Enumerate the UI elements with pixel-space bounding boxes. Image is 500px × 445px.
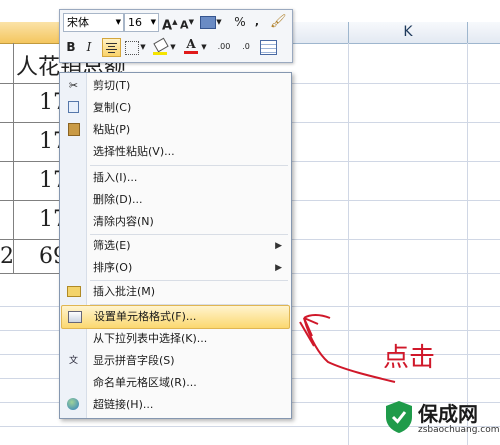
watermark-title: 保成网 [418,402,478,426]
cell-border [0,122,59,123]
font-color-button[interactable]: A [184,38,198,56]
chevron-down-icon[interactable]: ▼ [200,38,208,56]
increase-decimal-button[interactable]: .00 [214,38,234,56]
menu-item-phonetic[interactable]: 文 显示拼音字段(S) [61,350,290,372]
menu-item-sort[interactable]: 排序(O) ▶ [61,257,290,279]
fill-color-icon[interactable] [153,37,169,55]
menu-item-pick-from-list[interactable]: 从下拉列表中选择(K)... [61,328,290,350]
column-header-selected[interactable] [0,22,59,44]
bold-button[interactable]: B [65,38,77,56]
italic-button[interactable]: I [83,38,95,56]
merge-center-icon[interactable] [260,40,277,55]
menu-item-delete[interactable]: 删除(D)... [61,189,290,211]
menu-item-cut[interactable]: ✂ 剪切(T) [61,75,290,97]
menu-item-filter[interactable]: 筛选(E) ▶ [61,235,290,257]
font-size-select[interactable]: 16 ▼ [124,13,159,32]
cell-style-icon[interactable] [200,16,216,29]
align-center-button[interactable] [102,38,121,57]
font-color-swatch [184,51,198,54]
watermark-logo: 保成网 zsbaochuang.com [384,398,500,444]
increase-font-button[interactable]: A▲ [162,13,177,33]
scissors-icon: ✂ [68,79,79,92]
format-painter-icon[interactable]: 🖌 [270,13,287,31]
cell-border [0,273,59,274]
mini-toolbar: 宋体 ▼ 16 ▼ A▲ A▼ ▼ % , 🖌 B I ▼ ▼ A ▼ .00 … [59,9,293,63]
menu-item-paste-special[interactable]: 选择性粘贴(V)... [61,141,290,163]
column-divider [467,22,468,43]
chevron-down-icon[interactable]: ▼ [139,38,147,56]
cell-border [0,83,59,84]
copy-icon [66,101,81,115]
menu-separator [90,165,288,166]
arrow-stroke [303,314,396,383]
format-cells-icon [67,310,82,324]
chevron-down-icon[interactable]: ▼ [169,38,177,56]
shield-icon [386,401,412,433]
table-cell[interactable]: 2 [0,244,14,269]
hyperlink-icon [66,398,81,412]
cell-border [0,161,59,162]
menu-item-insert-comment[interactable]: 插入批注(M) [61,281,290,303]
grid-line [467,43,468,445]
cell-border [0,239,59,240]
context-menu: ✂ 剪切(T) 复制(C) 粘贴(P) 选择性粘贴(V)... 插入(I)...… [59,72,292,419]
font-size-value: 16 [128,16,142,29]
paste-icon [66,123,81,137]
comment-icon [66,285,81,299]
menu-item-clear-contents[interactable]: 清除内容(N) [61,211,290,233]
chevron-down-icon: ▼ [115,18,121,26]
font-name-select[interactable]: 宋体 ▼ [63,13,124,32]
menu-item-format-cells[interactable]: 设置单元格格式(F)... [61,305,290,329]
menu-item-paste[interactable]: 粘贴(P) [61,119,290,141]
submenu-arrow-icon: ▶ [275,263,282,273]
menu-item-hyperlink[interactable]: 超链接(H)... [61,394,290,416]
percent-button[interactable]: % [234,13,246,31]
menu-item-insert[interactable]: 插入(I)... [61,167,290,189]
decrease-font-button[interactable]: A▼ [180,13,194,32]
annotation-text: 点击 [383,343,436,373]
phonetic-icon: 文 [68,356,78,366]
decrease-decimal-button[interactable]: .0 [236,38,256,56]
menu-item-copy[interactable]: 复制(C) [61,97,290,119]
chevron-down-icon[interactable]: ▼ [215,13,223,31]
borders-icon[interactable] [125,41,139,55]
watermark-url: zsbaochuang.com [418,425,500,435]
comma-button[interactable]: , [252,13,262,31]
column-header-k[interactable]: K [349,22,467,43]
cell-border [0,200,59,201]
menu-item-name-range[interactable]: 命名单元格区域(R)... [61,372,290,394]
submenu-arrow-icon: ▶ [275,241,282,251]
chevron-down-icon: ▼ [150,18,156,26]
font-name-value: 宋体 [67,16,89,29]
